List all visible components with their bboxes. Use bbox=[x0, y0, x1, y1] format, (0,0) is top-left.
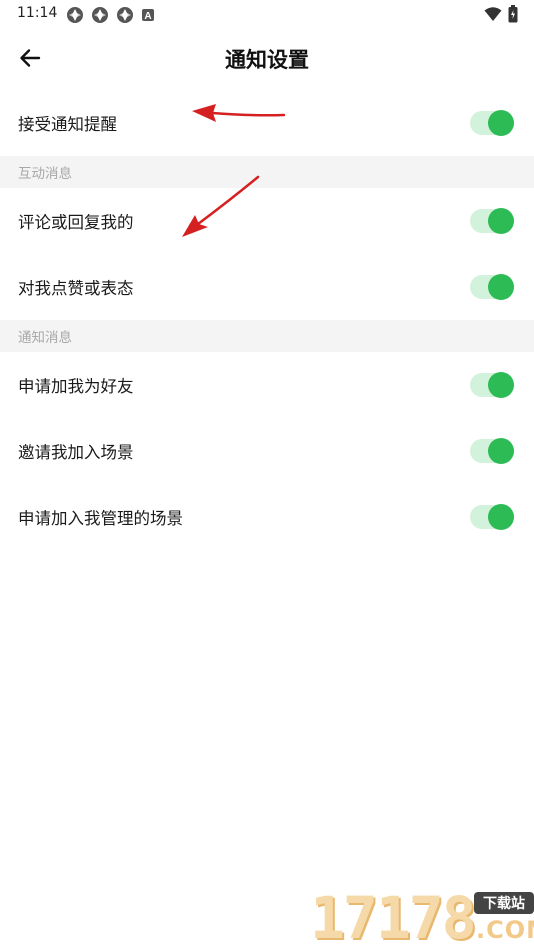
setting-row-scene-invites: 邀请我加入场景 bbox=[0, 418, 534, 484]
status-system-icons bbox=[484, 5, 518, 23]
scene-invites-toggle[interactable] bbox=[470, 438, 514, 464]
setting-label: 接受通知提醒 bbox=[18, 115, 117, 134]
status-notification-icons: A bbox=[66, 6, 155, 24]
section-header-interaction: 互动消息 bbox=[0, 156, 534, 188]
watermark-domain: .COM bbox=[476, 916, 534, 944]
notification-settings-screen: 11:14 A 通知设置 接受通知提醒 互动消息 评论或回复我的 对我点赞或表态… bbox=[0, 0, 534, 950]
page-title: 通知设置 bbox=[225, 48, 309, 72]
toggle-knob bbox=[488, 372, 514, 398]
friend-requests-toggle[interactable] bbox=[470, 372, 514, 398]
setting-row-friend-requests: 申请加我为好友 bbox=[0, 352, 534, 418]
app-notification-icon bbox=[92, 7, 108, 23]
app-notification-icon bbox=[67, 7, 83, 23]
app-notification-icon bbox=[117, 7, 133, 23]
setting-label: 申请加入我管理的场景 bbox=[18, 509, 183, 528]
toggle-knob bbox=[488, 274, 514, 300]
watermark-tag: 下载站 bbox=[474, 892, 534, 914]
a-badge-icon: A bbox=[142, 9, 154, 22]
setting-label: 邀请我加入场景 bbox=[18, 443, 134, 462]
a-badge-text: A bbox=[144, 11, 151, 22]
battery-icon bbox=[508, 5, 518, 23]
setting-row-comments-replies: 评论或回复我的 bbox=[0, 188, 534, 254]
site-watermark: 17178 下载站 .COM bbox=[308, 886, 534, 950]
toggle-knob bbox=[488, 438, 514, 464]
wifi-icon bbox=[484, 7, 502, 21]
status-time: 11:14 bbox=[17, 5, 58, 21]
watermark-number: 17178 bbox=[310, 884, 477, 950]
toggle-knob bbox=[488, 504, 514, 530]
setting-row-likes-reactions: 对我点赞或表态 bbox=[0, 254, 534, 320]
setting-row-scene-join-requests: 申请加入我管理的场景 bbox=[0, 484, 534, 550]
setting-row-receive-notifications: 接受通知提醒 bbox=[0, 90, 534, 156]
receive-notifications-toggle[interactable] bbox=[470, 110, 514, 136]
toggle-knob bbox=[488, 208, 514, 234]
status-bar: 11:14 A bbox=[0, 0, 534, 28]
app-header: 通知设置 bbox=[0, 30, 534, 86]
likes-reactions-toggle[interactable] bbox=[470, 274, 514, 300]
section-header-notifications: 通知消息 bbox=[0, 320, 534, 352]
setting-label: 评论或回复我的 bbox=[18, 213, 134, 232]
setting-label: 申请加我为好友 bbox=[18, 377, 134, 396]
setting-label: 对我点赞或表态 bbox=[18, 279, 134, 298]
toggle-knob bbox=[488, 110, 514, 136]
scene-join-requests-toggle[interactable] bbox=[470, 504, 514, 530]
comments-replies-toggle[interactable] bbox=[470, 208, 514, 234]
